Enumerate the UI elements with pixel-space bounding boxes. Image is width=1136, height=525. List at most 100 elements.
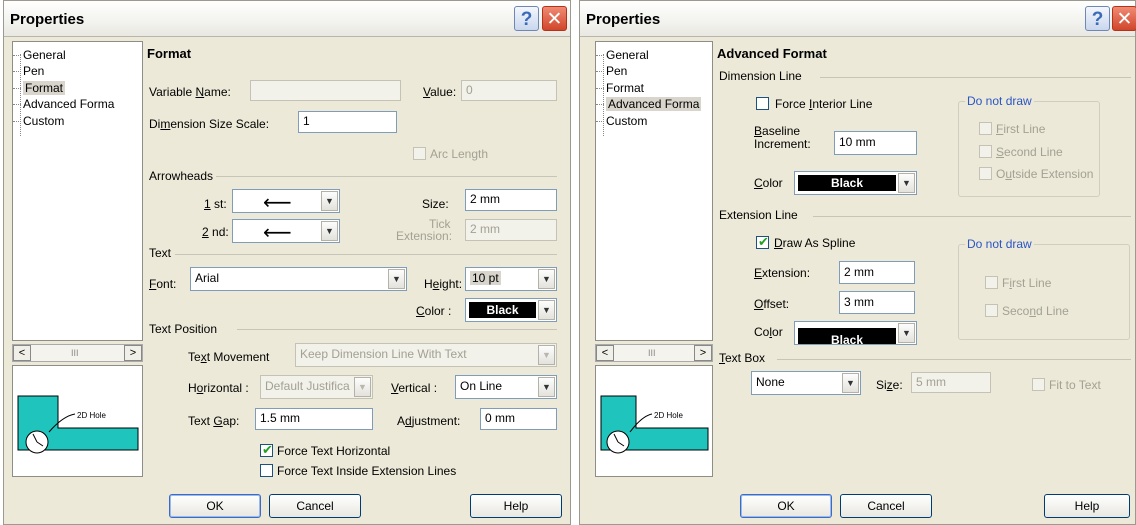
horizontal-label: Horizontal :	[188, 381, 249, 395]
first-line-checkbox[interactable]	[979, 122, 992, 135]
force-interior-line-checkbox[interactable]	[756, 97, 769, 110]
checkmark-icon: ✔	[262, 442, 273, 457]
text-gap-field[interactable]: 1.5 mm	[255, 408, 373, 430]
chevron-down-icon[interactable]: ▼	[538, 300, 555, 320]
text-box-value: None	[756, 375, 785, 389]
size-field[interactable]: 5 mm	[911, 372, 991, 393]
text-color-select[interactable]: Black ▼	[465, 298, 557, 322]
scroll-left-icon[interactable]: <	[596, 345, 614, 361]
color-swatch: Black	[798, 328, 896, 347]
first-line-checkbox[interactable]	[985, 276, 998, 289]
scroll-right-icon[interactable]: >	[124, 345, 142, 361]
baseline-increment-field[interactable]: 10 mm	[834, 131, 917, 155]
text-movement-select[interactable]: Keep Dimension Line With Text ▼	[295, 343, 557, 367]
extension-line-color-select[interactable]: Black ▼	[794, 321, 917, 347]
tree-item-format[interactable]: Format	[12, 81, 66, 95]
tick-extension-field[interactable]: 2 mm	[465, 219, 557, 241]
preview-pane: 2D Hole	[595, 365, 713, 477]
height-select[interactable]: 10 pt ▼	[465, 267, 557, 291]
scroll-thumb-grip[interactable]: III	[648, 348, 656, 358]
second-line-checkbox[interactable]	[979, 145, 992, 158]
category-tree[interactable]: General Pen Format Advanced Forma Custom	[595, 41, 713, 341]
second-line-checkbox[interactable]	[985, 304, 998, 317]
do-not-draw-title: Do not draw	[965, 94, 1034, 108]
text-box-separator	[777, 359, 1131, 360]
tree-scrollbar[interactable]: < III >	[595, 344, 713, 362]
second-arrowhead-select[interactable]: ⟵ ▼	[232, 219, 340, 244]
text-box-select[interactable]: None ▼	[751, 371, 861, 395]
chevron-down-icon[interactable]: ▼	[321, 221, 338, 241]
adjustment-label: Adjustment:	[397, 414, 461, 428]
close-icon[interactable]: ✕	[1112, 6, 1136, 31]
chevron-down-icon[interactable]: ▼	[538, 345, 555, 365]
text-box-label: Text Box	[719, 351, 766, 365]
tree-scrollbar[interactable]: < III >	[12, 344, 143, 362]
draw-as-spline-label: Draw As Spline	[774, 236, 856, 250]
fit-to-text-checkbox[interactable]	[1032, 378, 1045, 391]
dialog-title: Properties	[10, 11, 85, 28]
size-field[interactable]: 2 mm	[465, 189, 557, 211]
chevron-down-icon[interactable]: ▼	[321, 191, 338, 211]
chevron-down-icon[interactable]: ▼	[898, 323, 915, 343]
chevron-down-icon[interactable]: ▼	[388, 269, 405, 289]
ok-button[interactable]: OK	[740, 494, 832, 518]
help-button[interactable]: Help	[1044, 494, 1130, 518]
size-label: Size:	[876, 378, 903, 392]
first-arrowhead-select[interactable]: ⟵ ▼	[232, 189, 340, 214]
outside-extension-checkbox[interactable]	[979, 167, 992, 180]
first-line-label: First Line	[996, 122, 1046, 136]
tree-item-advanced-format[interactable]: Advanced Forma	[12, 97, 114, 111]
tree-item-format[interactable]: Format	[595, 81, 644, 95]
force-text-horizontal-checkbox[interactable]: ✔	[260, 442, 273, 457]
text-movement-label: Text Movement	[188, 350, 270, 364]
close-icon[interactable]: ✕	[542, 6, 567, 31]
text-group-label: Text	[149, 246, 172, 260]
help-icon[interactable]: ?	[1085, 6, 1110, 31]
dimension-line-color-select[interactable]: Black ▼	[794, 171, 917, 195]
tree-item-general[interactable]: General	[13, 48, 66, 62]
chevron-down-icon[interactable]: ▼	[842, 373, 859, 393]
tree-item-pen[interactable]: Pen	[12, 64, 44, 78]
dimension-scale-field[interactable]: 1	[298, 111, 397, 133]
variable-name-field[interactable]	[250, 80, 401, 101]
cancel-button[interactable]: Cancel	[840, 494, 932, 518]
baseline-label-2: Increment:	[754, 137, 811, 151]
tree-item-pen[interactable]: Pen	[595, 64, 627, 78]
tree-item-general[interactable]: General	[596, 48, 649, 62]
offset-field[interactable]: 3 mm	[839, 291, 915, 314]
vertical-select[interactable]: On Line ▼	[455, 375, 557, 399]
arc-length-checkbox[interactable]	[413, 147, 426, 160]
tree-item-advanced-format[interactable]: Advanced Forma	[595, 97, 702, 111]
extension-field[interactable]: 2 mm	[839, 261, 915, 284]
cancel-button[interactable]: Cancel	[269, 494, 361, 518]
color-swatch: Black	[798, 175, 896, 191]
chevron-down-icon[interactable]: ▼	[354, 377, 371, 397]
draw-as-spline-checkbox[interactable]: ✔	[756, 234, 769, 249]
dimension-color-label: Color	[754, 176, 783, 190]
dimension-line-label: Dimension Line	[719, 69, 802, 83]
title-bar: Properties ? ✕	[4, 1, 570, 37]
scroll-thumb-grip[interactable]: III	[71, 348, 79, 358]
properties-dialog-advanced-format: Properties ? ✕ General Pen Format Advanc…	[579, 0, 1136, 525]
chevron-down-icon[interactable]: ▼	[898, 173, 915, 193]
force-text-inside-checkbox[interactable]	[260, 464, 273, 477]
tree-item-custom[interactable]: Custom	[595, 114, 647, 128]
value-field[interactable]: 0	[461, 80, 557, 101]
tree-item-custom[interactable]: Custom	[12, 114, 64, 128]
chevron-down-icon[interactable]: ▼	[538, 377, 555, 397]
scroll-left-icon[interactable]: <	[13, 345, 31, 361]
dimension-line-separator	[820, 77, 1131, 78]
arrow-left-icon: ⟵	[263, 192, 292, 214]
help-button[interactable]: Help	[470, 494, 562, 518]
text-gap-label: Text Gap:	[188, 414, 240, 428]
ok-button[interactable]: OK	[169, 494, 261, 518]
adjustment-field[interactable]: 0 mm	[480, 408, 557, 430]
font-select[interactable]: Arial ▼	[190, 267, 407, 291]
extension-label: Extension:	[754, 266, 811, 280]
scroll-right-icon[interactable]: >	[694, 345, 712, 361]
horizontal-select[interactable]: Default Justifica ▼	[260, 375, 373, 399]
category-tree[interactable]: General Pen Format Advanced Forma Custom	[12, 41, 143, 341]
help-icon[interactable]: ?	[514, 6, 539, 31]
chevron-down-icon[interactable]: ▼	[538, 269, 555, 289]
vertical-value: On Line	[460, 379, 503, 393]
